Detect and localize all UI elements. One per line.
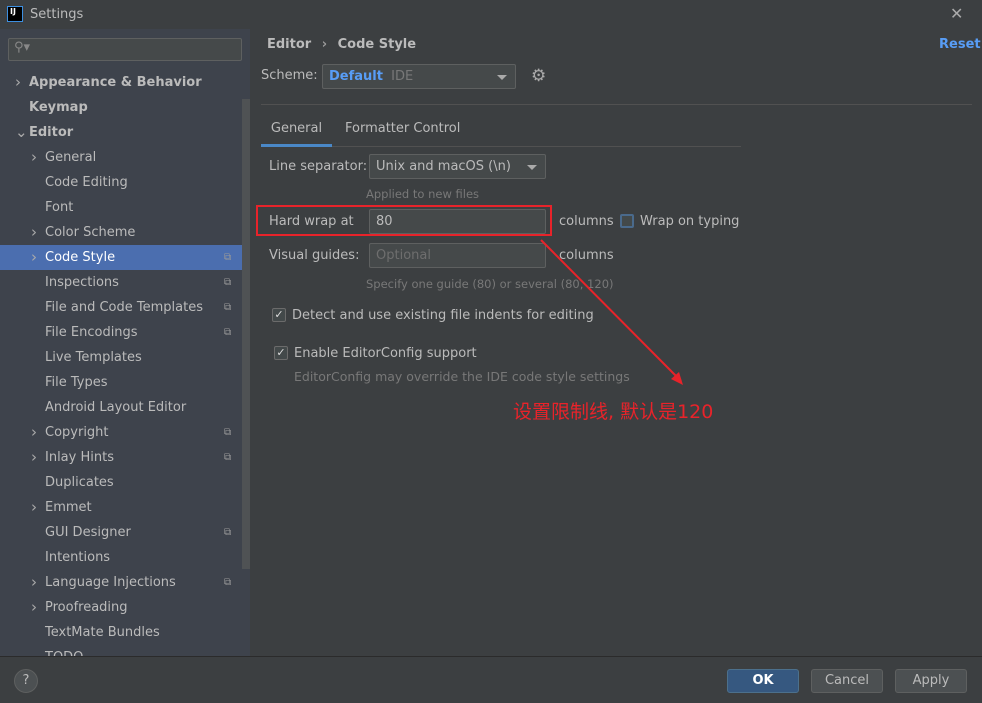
help-button[interactable]: ? — [14, 669, 38, 693]
sidebar-item-appearance-behavior[interactable]: › Appearance & Behavior — [0, 70, 242, 95]
title-bar: IJ Settings ✕ — [0, 0, 982, 29]
sidebar-item-label: File and Code Templates — [45, 300, 203, 315]
sidebar-item-label: Android Layout Editor — [45, 400, 187, 415]
sidebar-item-proofreading[interactable]: › Proofreading — [0, 595, 242, 620]
sidebar-item-label: Keymap — [29, 100, 88, 115]
sidebar-item-label: Proofreading — [45, 600, 128, 615]
sidebar-item-file-and-code-templates[interactable]: File and Code Templates ⧉ — [0, 295, 242, 320]
sidebar-item-label: Live Templates — [45, 350, 142, 365]
project-scope-icon: ⧉ — [224, 327, 232, 338]
sidebar-item-label: Copyright — [45, 425, 109, 440]
project-scope-icon: ⧉ — [224, 252, 232, 263]
sidebar-item-general[interactable]: › General — [0, 145, 242, 170]
annotation-text: 设置限制线, 默认是120 — [513, 401, 714, 423]
sidebar-item-inlay-hints[interactable]: › Inlay Hints ⧉ — [0, 445, 242, 470]
sidebar-item-label: Duplicates — [45, 475, 114, 490]
chevron-right-icon[interactable]: › — [31, 445, 37, 470]
chevron-right-icon[interactable]: › — [31, 420, 37, 445]
sidebar-item-intentions[interactable]: Intentions — [0, 545, 242, 570]
sidebar-item-duplicates[interactable]: Duplicates — [0, 470, 242, 495]
chevron-right-icon[interactable]: › — [31, 595, 37, 620]
sidebar-item-live-templates[interactable]: Live Templates — [0, 345, 242, 370]
sidebar-item-label: Editor — [29, 125, 74, 140]
apply-button[interactable]: Apply — [895, 669, 967, 693]
app-logo-icon: IJ — [7, 6, 23, 22]
sidebar-item-inspections[interactable]: Inspections ⧉ — [0, 270, 242, 295]
code-style-panel: Editor › Code Style Reset Scheme: Defaul… — [250, 29, 982, 656]
sidebar-item-label: Appearance & Behavior — [29, 75, 202, 90]
chevron-down-icon[interactable]: ⌄ — [15, 120, 28, 145]
sidebar-item-color-scheme[interactable]: › Color Scheme — [0, 220, 242, 245]
chevron-right-icon[interactable]: › — [15, 70, 21, 95]
window-title: Settings — [30, 7, 84, 22]
sidebar-item-label: General — [45, 150, 97, 165]
project-scope-icon: ⧉ — [224, 277, 232, 288]
chevron-right-icon[interactable]: › — [31, 245, 37, 270]
close-icon[interactable]: ✕ — [950, 4, 963, 23]
sidebar-item-label: File Types — [45, 375, 108, 390]
dialog-footer: ? OK Cancel Apply — [0, 656, 982, 703]
sidebar-item-label: Font — [45, 200, 74, 215]
sidebar-item-label: Code Editing — [45, 175, 128, 190]
sidebar-item-emmet[interactable]: › Emmet — [0, 495, 242, 520]
sidebar-item-android-layout-editor[interactable]: Android Layout Editor — [0, 395, 242, 420]
chevron-right-icon[interactable]: › — [31, 145, 37, 170]
sidebar-item-label: TODO — [45, 645, 83, 656]
sidebar-item-label: TextMate Bundles — [45, 625, 160, 640]
settings-sidebar: ⚲▾ › Appearance & Behavior Keymap ⌄ Editor › G… — [0, 29, 250, 656]
cancel-button[interactable]: Cancel — [811, 669, 883, 693]
sidebar-item-code-style[interactable]: › Code Style ⧉ — [0, 245, 242, 270]
chevron-right-icon[interactable]: › — [31, 570, 37, 595]
project-scope-icon: ⧉ — [224, 302, 232, 313]
sidebar-item-todo[interactable]: TODO — [0, 645, 242, 656]
annotation-arrow — [540, 239, 683, 385]
ok-button[interactable]: OK — [727, 669, 799, 693]
sidebar-item-label: Intentions — [45, 550, 111, 565]
chevron-right-icon[interactable]: › — [31, 220, 37, 245]
sidebar-item-code-editing[interactable]: Code Editing — [0, 170, 242, 195]
search-input[interactable]: ⚲▾ — [8, 38, 242, 61]
sidebar-item-label: GUI Designer — [45, 525, 131, 540]
project-scope-icon: ⧉ — [224, 452, 232, 463]
sidebar-item-label: Language Injections — [45, 575, 176, 590]
chevron-right-icon[interactable]: › — [31, 495, 37, 520]
sidebar-item-label: Code Style — [45, 250, 116, 265]
sidebar-item-textmate-bundles[interactable]: TextMate Bundles — [0, 620, 242, 645]
sidebar-item-language-injections[interactable]: › Language Injections ⧉ — [0, 570, 242, 595]
sidebar-item-editor[interactable]: ⌄ Editor — [0, 120, 242, 145]
sidebar-item-gui-designer[interactable]: GUI Designer ⧉ — [0, 520, 242, 545]
sidebar-scrollbar[interactable] — [242, 99, 250, 569]
sidebar-item-font[interactable]: Font — [0, 195, 242, 220]
sidebar-item-label: File Encodings — [45, 325, 138, 340]
search-icon: ⚲▾ — [14, 40, 31, 55]
project-scope-icon: ⧉ — [224, 577, 232, 588]
sidebar-item-label: Color Scheme — [45, 225, 136, 240]
sidebar-item-file-types[interactable]: File Types — [0, 370, 242, 395]
sidebar-item-file-encodings[interactable]: File Encodings ⧉ — [0, 320, 242, 345]
project-scope-icon: ⧉ — [224, 527, 232, 538]
sidebar-item-label: Inlay Hints — [45, 450, 114, 465]
project-scope-icon: ⧉ — [224, 427, 232, 438]
sidebar-item-label: Inspections — [45, 275, 119, 290]
sidebar-item-keymap[interactable]: Keymap — [0, 95, 242, 120]
sidebar-item-label: Emmet — [45, 500, 92, 515]
sidebar-item-copyright[interactable]: › Copyright ⧉ — [0, 420, 242, 445]
